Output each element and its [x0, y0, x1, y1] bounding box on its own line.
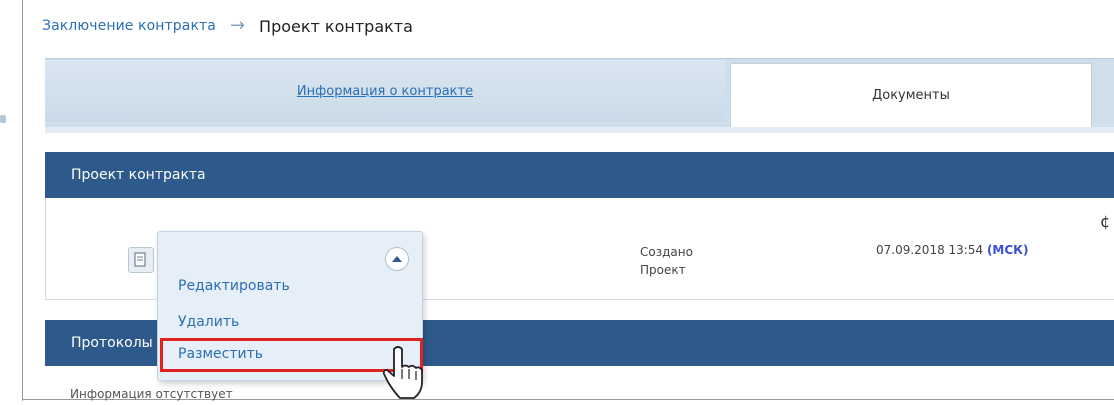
breadcrumb-parent-link[interactable]: Заключение контракта [42, 18, 216, 34]
document-icon[interactable] [128, 247, 154, 273]
document-status: Создано Проект [640, 243, 693, 279]
hand-cursor-icon [380, 343, 424, 401]
timezone-label: (МСК) [986, 243, 1029, 257]
breadcrumb-arrow-icon: → [229, 15, 246, 36]
project-section-header: Проект контракта [45, 152, 1114, 198]
tab-documents-label: Документы [872, 88, 950, 103]
frame-left-border [22, 0, 23, 401]
menu-item-edit[interactable]: Редактировать [178, 278, 290, 294]
breadcrumb: Заключение контракта → Проект контракта [42, 13, 413, 39]
protocols-empty-text: Информация отсутствует [70, 387, 233, 401]
tabs-underline [45, 127, 1114, 133]
tab-documents[interactable]: Документы [730, 63, 1092, 127]
tab-contract-info[interactable]: Информация о контракте [45, 60, 725, 122]
side-marker [0, 115, 6, 123]
protocols-section-title: Протоколы [71, 335, 153, 351]
document-date: 07.09.2018 13:54 (МСК) [876, 243, 1028, 257]
chevron-up-icon[interactable] [385, 247, 409, 271]
menu-item-delete[interactable]: Удалить [178, 314, 239, 330]
status-project: Проект [640, 263, 686, 277]
cut-off-icon: ¢ [1100, 212, 1111, 231]
menu-item-publish[interactable]: Разместить [178, 346, 263, 362]
status-created: Создано [640, 245, 693, 259]
page-title: Проект контракта [259, 16, 413, 36]
tab-contract-info-label[interactable]: Информация о контракте [297, 84, 473, 99]
date-value: 07.09.2018 13:54 [876, 243, 984, 257]
project-section-title: Проект контракта [71, 167, 206, 183]
